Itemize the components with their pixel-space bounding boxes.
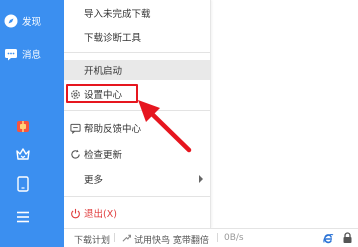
content-area <box>211 0 358 228</box>
menu-item-label: 帮助反馈中心 <box>84 124 142 135</box>
power-icon <box>69 207 81 219</box>
gift-icon <box>16 118 30 137</box>
menu-item-more[interactable]: 更多 <box>64 169 210 189</box>
menu-divider <box>64 196 210 197</box>
app-window: { "sidebar": { "items": [ {"label": "发现"… <box>0 0 358 247</box>
download-plan-link[interactable]: 下载计划 <box>74 233 110 246</box>
menu-divider <box>64 110 210 111</box>
menu-item-label: 导入未完成下载 <box>84 9 151 20</box>
trial-speedup-link[interactable]: 试用快鸟 宽带翻倍 <box>134 233 209 246</box>
sidebar-item-label: 发现 <box>22 17 42 28</box>
menu-icon <box>16 208 30 227</box>
mobile-button[interactable] <box>14 176 32 196</box>
status-bar: 下载计划 | 试用快鸟 宽带翻倍 | 0B/s <box>64 228 358 247</box>
download-speed: 0B/s <box>224 233 244 243</box>
speed-boost-icon <box>122 234 132 246</box>
main-menu: 导入未完成下载 下载诊断工具 开机启动 设置中心 帮助反馈中心 检查更新 更多 … <box>64 0 211 228</box>
submenu-arrow-icon <box>198 175 204 186</box>
menu-item-import-unfinished[interactable]: 导入未完成下载 <box>64 3 210 23</box>
sidebar-item-label: 消息 <box>22 50 42 61</box>
chat-icon <box>4 47 18 61</box>
main-menu-button[interactable] <box>14 208 32 226</box>
menu-item-label: 开机启动 <box>84 66 123 77</box>
crown-icon <box>15 146 31 165</box>
menu-item-label: 下载诊断工具 <box>84 33 142 44</box>
feedback-icon <box>69 122 81 134</box>
sidebar-item-discover[interactable]: 发现 <box>4 12 41 30</box>
menu-item-exit[interactable]: 退出(X) <box>64 203 210 223</box>
menu-item-check-update[interactable]: 检查更新 <box>64 144 210 164</box>
refresh-icon <box>69 148 81 160</box>
divider: | <box>216 233 220 243</box>
vip-button[interactable] <box>14 146 32 164</box>
menu-divider <box>64 52 210 53</box>
menu-item-label: 检查更新 <box>84 150 123 161</box>
menu-item-label: 更多 <box>84 175 104 186</box>
menu-item-download-diagnose[interactable]: 下载诊断工具 <box>64 27 210 47</box>
annotation-highlight-box <box>66 84 138 103</box>
lock-icon[interactable] <box>342 232 353 247</box>
browser-e-icon[interactable] <box>322 232 334 247</box>
gift-button[interactable] <box>14 118 32 136</box>
menu-item-help-feedback[interactable]: 帮助反馈中心 <box>64 118 210 138</box>
phone-icon <box>17 176 29 196</box>
divider: | <box>113 233 117 243</box>
sidebar: 发现 消息 <box>0 0 64 247</box>
menu-item-label: 退出(X) <box>84 209 117 220</box>
menu-item-autostart[interactable]: 开机启动 <box>64 60 210 80</box>
compass-icon <box>4 14 18 28</box>
sidebar-item-messages[interactable]: 消息 <box>4 45 41 63</box>
